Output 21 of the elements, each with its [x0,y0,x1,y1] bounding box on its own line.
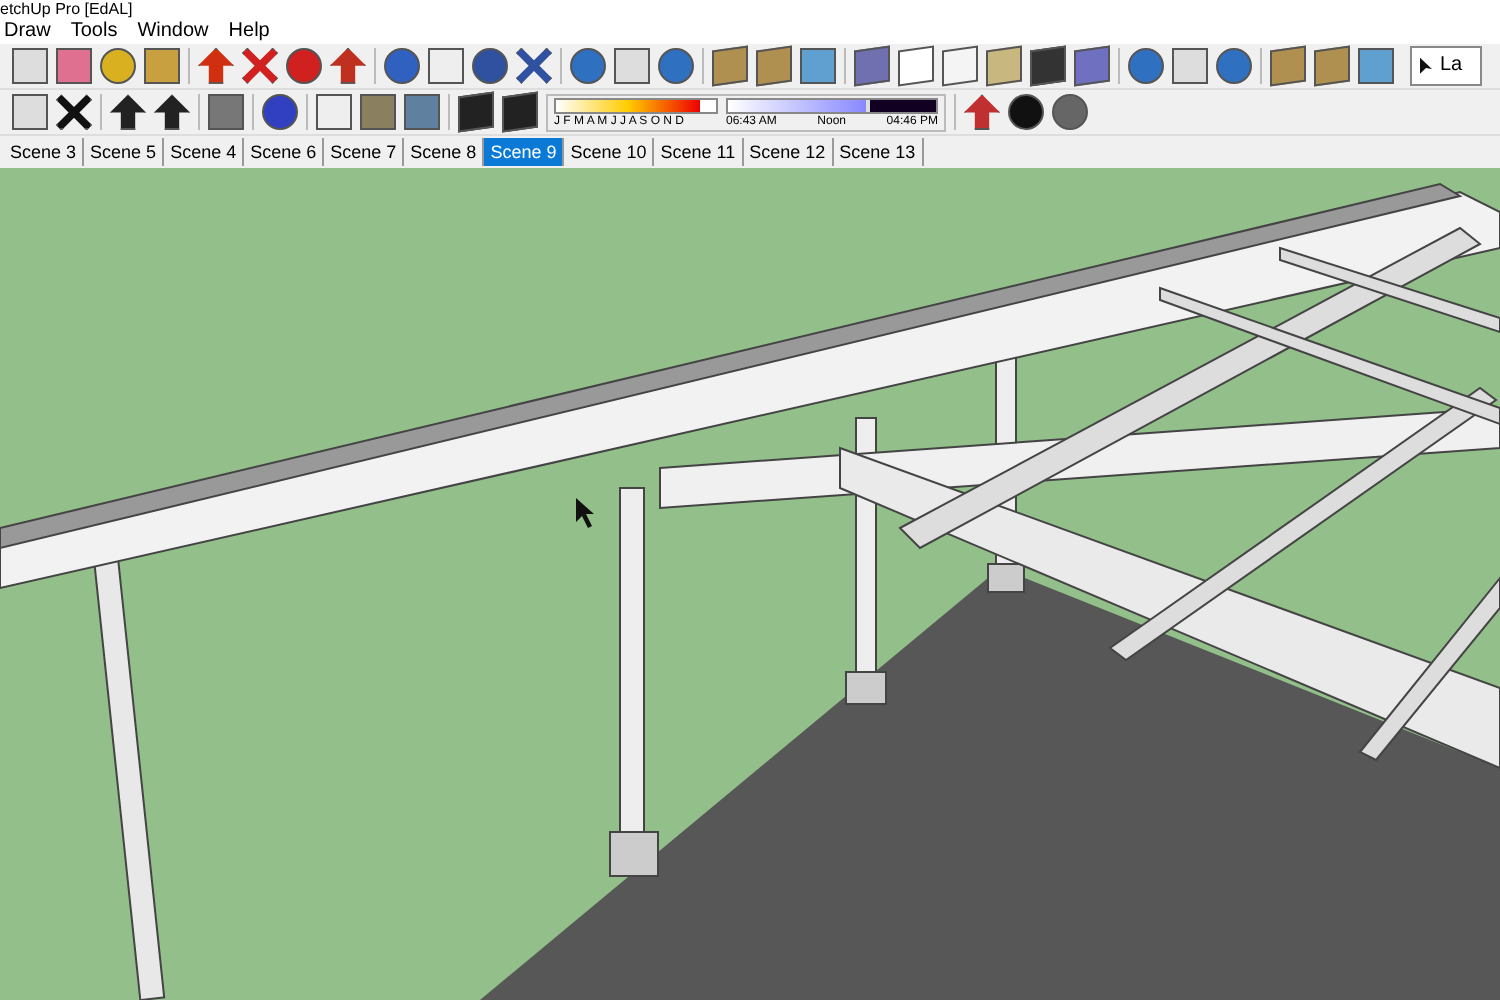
scene-tab[interactable]: Scene 5 [84,138,165,167]
scene-tab[interactable]: Scene 9 [484,138,565,167]
cursor-icon [576,497,594,528]
scene-tab[interactable]: Scene 7 [324,138,405,167]
scene-tab[interactable]: Scene 13 [833,138,924,167]
scene-tab[interactable]: Scene 4 [164,138,245,167]
scene-tab[interactable]: Scene 11 [654,138,744,167]
menu-item[interactable]: Help [228,20,270,43]
scene-tab[interactable]: Scene 6 [244,138,325,167]
pointer-icon [1420,57,1432,74]
window-title: etchUp Pro [EdAL] [0,0,133,20]
scene-tab[interactable]: Scene 10 [564,138,655,167]
menu-item[interactable]: Tools [70,20,118,43]
menu-item[interactable]: Draw [4,20,51,43]
menu-item[interactable]: Window [137,20,209,43]
scene-tab[interactable]: Scene 12 [743,138,834,167]
delete-icon[interactable] [56,94,92,131]
time-slider[interactable] [726,97,938,114]
scene-tab[interactable]: Scene 3 [4,138,85,167]
date-slider[interactable] [554,97,718,114]
layers-dropdown[interactable]: La [1410,45,1482,86]
